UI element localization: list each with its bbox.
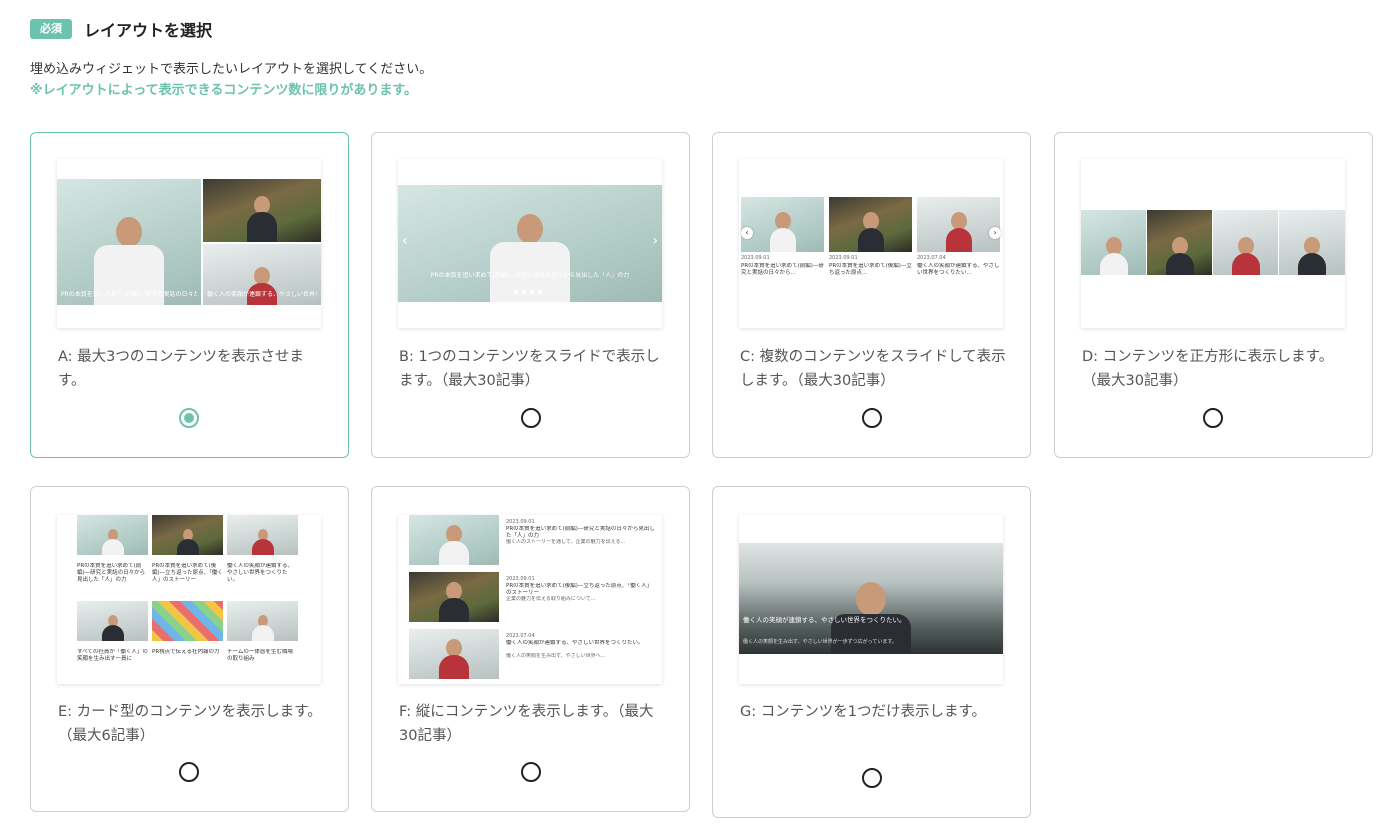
layout-d-label: D: コンテンツを正方形に表示します。（最大30記事） bbox=[1082, 349, 1334, 389]
layout-e-label: E: カード型のコンテンツを表示します。（最大6記事） bbox=[58, 704, 322, 744]
required-badge: 必須 bbox=[30, 19, 72, 39]
layout-a-preview: PRの本質を追い求めて(前編)—研究と実話の日々から生... 働く人の笑顔が連鎖… bbox=[57, 159, 321, 328]
layout-g-radio[interactable] bbox=[862, 768, 882, 788]
layout-option-c[interactable]: ‹ › 2023.09.01 PRの本質を追い求めて(前編)—研究と実話の日々か… bbox=[712, 132, 1031, 458]
layout-f-radio[interactable] bbox=[521, 762, 541, 782]
layout-f-preview: 2023.09.01 PRの本質を追い求めて(前編)—研究と実話の日々から見出し… bbox=[398, 515, 662, 684]
section-title: レイアウトを選択 bbox=[84, 21, 213, 40]
layout-d-radio[interactable] bbox=[1203, 408, 1223, 428]
layout-b-preview: PRの本質を追い求めて(前編)—研究と実話の日々から見出した「人」の力 ‹ › bbox=[398, 159, 662, 328]
layout-e-preview: PRの本質を追い求めて(前編)—研究と実話の日々から見出した「人」の力 PRの本… bbox=[57, 515, 321, 684]
layout-option-e[interactable]: PRの本質を追い求めて(前編)—研究と実話の日々から見出した「人」の力 PRの本… bbox=[30, 486, 349, 812]
layout-option-a[interactable]: PRの本質を追い求めて(前編)—研究と実話の日々から生... 働く人の笑顔が連鎖… bbox=[30, 132, 349, 458]
layout-a-radio[interactable] bbox=[179, 408, 199, 428]
layout-option-b[interactable]: PRの本質を追い求めて(前編)—研究と実話の日々から見出した「人」の力 ‹ › … bbox=[371, 132, 690, 458]
layout-option-f[interactable]: 2023.09.01 PRの本質を追い求めて(前編)—研究と実話の日々から見出し… bbox=[371, 486, 690, 812]
layout-g-label: G: コンテンツを1つだけ表示します。 bbox=[740, 704, 987, 720]
layout-option-d[interactable]: D: コンテンツを正方形に表示します。（最大30記事） bbox=[1054, 132, 1373, 458]
layout-option-g[interactable]: 働く人の笑顔が連鎖する、やさしい世界をつくりたい。 働く人の笑顔を生み出す、やさ… bbox=[712, 486, 1031, 818]
layout-c-preview: ‹ › 2023.09.01 PRの本質を追い求めて(前編)—研究と実話の日々か… bbox=[739, 159, 1003, 328]
layout-d-preview bbox=[1081, 159, 1345, 328]
layout-c-radio[interactable] bbox=[862, 408, 882, 428]
section-description: 埋め込みウィジェットで表示したいレイアウトを選択してください。 bbox=[30, 62, 433, 77]
layout-b-radio[interactable] bbox=[521, 408, 541, 428]
section-note: ※レイアウトによって表示できるコンテンツ数に限りがあります。 bbox=[30, 83, 418, 98]
layout-a-label: A: 最大3つのコンテンツを表示させます。 bbox=[58, 349, 304, 389]
layout-e-radio[interactable] bbox=[179, 762, 199, 782]
layout-b-label: B: 1つのコンテンツをスライドで表示します。（最大30記事） bbox=[399, 349, 660, 389]
layout-g-preview: 働く人の笑顔が連鎖する、やさしい世界をつくりたい。 働く人の笑顔を生み出す、やさ… bbox=[739, 515, 1003, 684]
section-header: 必須 レイアウトを選択 bbox=[30, 17, 212, 41]
layout-f-label: F: 縦にコンテンツを表示します。（最大30記事） bbox=[399, 704, 654, 744]
layout-c-label: C: 複数のコンテンツをスライドして表示します。（最大30記事） bbox=[740, 349, 1006, 389]
